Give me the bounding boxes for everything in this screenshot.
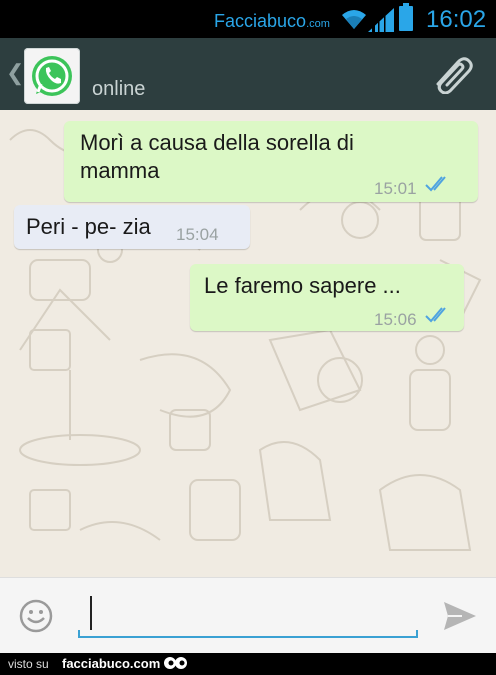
message-text-line: Morì a causa della sorella di xyxy=(80,130,354,155)
status-brand-main: Facciabuco xyxy=(214,11,307,31)
smiley-icon[interactable] xyxy=(18,598,54,634)
message-time: 15:01 xyxy=(374,179,417,198)
message-text: Peri - pe- zia xyxy=(26,214,151,239)
contact-status: online xyxy=(92,78,146,100)
chevron-left-icon[interactable]: ❮ xyxy=(6,60,24,86)
message-bubble-outgoing[interactable]: Morì a causa della sorella di mamma 15:0… xyxy=(64,121,478,202)
footer-prefix: visto su xyxy=(8,657,49,671)
chat-header: ❮ online xyxy=(0,38,496,110)
message-time: 15:04 xyxy=(176,225,219,244)
footer-site: facciabuco.com xyxy=(62,656,161,671)
message-text: Morì a causa della sorella di mamma xyxy=(80,129,354,185)
eyes-logo-icon xyxy=(164,657,187,669)
status-brand: Facciabuco.com xyxy=(214,11,330,32)
double-check-icon xyxy=(425,307,446,323)
status-time: 16:02 xyxy=(426,6,487,33)
message-text-line: mamma xyxy=(80,158,160,183)
message-text: Le faremo sapere ... xyxy=(204,273,401,298)
compose-bar xyxy=(0,577,496,654)
status-brand-suffix: .com xyxy=(306,18,330,30)
message-input[interactable] xyxy=(78,592,418,638)
chat-area[interactable]: Morì a causa della sorella di mamma 15:0… xyxy=(0,110,496,577)
message-bubble-outgoing[interactable]: Le faremo sapere ... 15:06 xyxy=(190,264,464,331)
avatar[interactable] xyxy=(24,48,80,104)
whatsapp-logo-icon xyxy=(32,56,72,96)
message-time: 15:06 xyxy=(374,310,417,329)
wifi-icon xyxy=(342,10,366,29)
battery-icon xyxy=(399,3,413,31)
paperclip-icon[interactable] xyxy=(430,54,474,94)
message-bubble-incoming[interactable]: Peri - pe- zia 15:04 xyxy=(14,205,250,249)
watermark-footer: visto su facciabuco.com xyxy=(0,653,496,675)
signal-icon xyxy=(368,8,394,32)
send-icon[interactable] xyxy=(442,600,478,632)
text-cursor xyxy=(90,596,92,630)
status-bar: Facciabuco.com 16:02 xyxy=(0,0,496,38)
double-check-icon xyxy=(425,176,446,192)
